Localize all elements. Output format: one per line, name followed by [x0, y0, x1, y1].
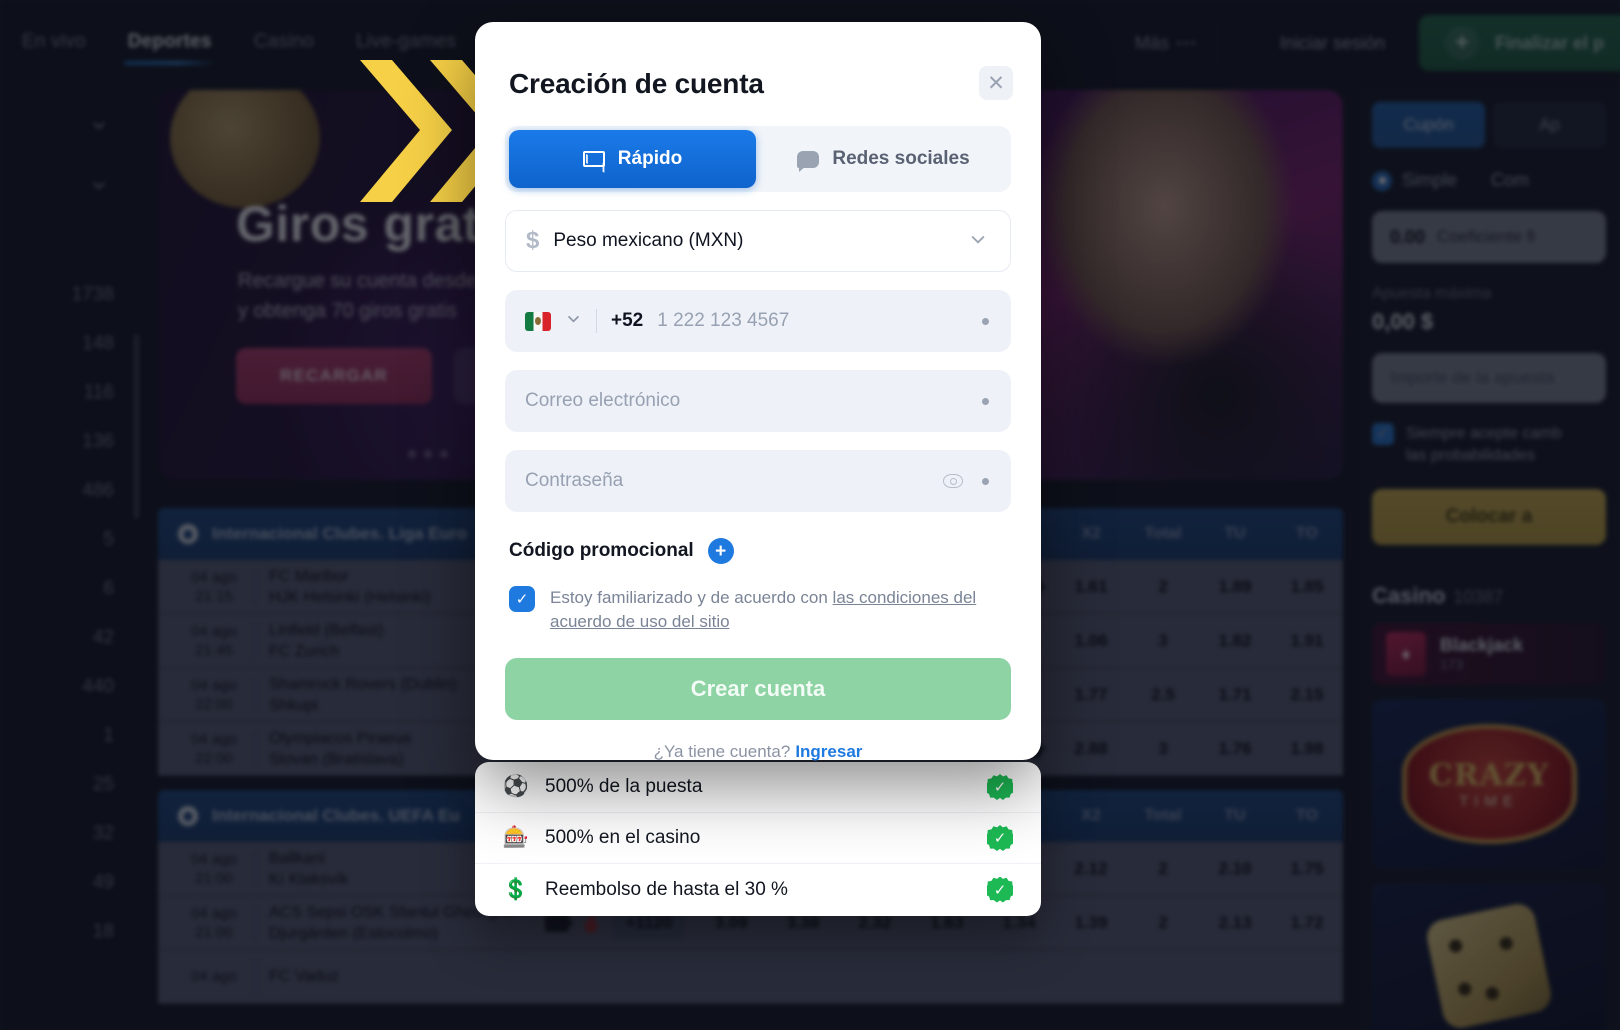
registration-method-tabs: Rápido Redes sociales — [505, 126, 1011, 192]
field-divider — [596, 309, 597, 333]
verified-check-icon: ✓ — [987, 876, 1013, 903]
country-code: +52 — [611, 310, 644, 331]
money-back-icon: 💲 — [502, 877, 530, 901]
terms-prefix: Estoy familiarizado y de acuerdo con — [550, 588, 833, 607]
required-dot-icon — [982, 477, 989, 485]
bonus-label: 500% de la puesta — [545, 776, 703, 797]
promo-code-label: Código promocional — [509, 540, 694, 561]
soccer-ball-icon: ⚽ — [502, 775, 530, 798]
phone-placeholder: 1 222 123 4567 — [657, 310, 790, 331]
password-placeholder: Contraseña — [525, 470, 624, 491]
password-field[interactable]: Contraseña — [505, 450, 1011, 512]
phone-field[interactable]: +52 1 222 123 4567 — [505, 290, 1011, 352]
verified-check-icon: ✓ — [987, 825, 1013, 851]
currency-select[interactable]: $ Peso mexicano (MXN) — [505, 210, 1011, 272]
list-item[interactable]: 💲 Reembolso de hasta el 30 % ✓ — [475, 864, 1041, 915]
login-prompt: ¿Ya tiene cuenta? Ingresar — [505, 742, 1011, 762]
tab-rapido-label: Rápido — [617, 148, 683, 169]
chat-icon — [797, 150, 820, 172]
country-chevron-icon[interactable] — [565, 310, 582, 332]
bonus-list-panel: ⚽ 500% de la puesta ✓ 🎰 500% en el casin… — [475, 762, 1041, 916]
verified-check-icon: ✓ — [987, 774, 1013, 800]
terms-agreement: ✓ Estoy familiarizado y de acuerdo con l… — [509, 586, 1011, 634]
mexico-flag-icon — [525, 311, 551, 331]
tab-redes-sociales[interactable]: Redes sociales — [760, 130, 1007, 188]
terms-checkbox[interactable]: ✓ — [509, 586, 535, 612]
list-item[interactable]: 🎰 500% en el casino ✓ — [475, 813, 1041, 864]
list-item[interactable]: ⚽ 500% de la puesta ✓ — [475, 762, 1041, 813]
login-link[interactable]: Ingresar — [795, 742, 862, 761]
dollar-icon: $ — [526, 227, 540, 254]
currency-value: Peso mexicano (MXN) — [553, 230, 744, 251]
slot-machine-icon: 🎰 — [502, 826, 530, 849]
terms-text: Estoy familiarizado y de acuerdo con las… — [550, 586, 980, 634]
modal-title: Creación de cuenta — [509, 68, 764, 99]
app-root: En vivo Deportes Casino Live-games Más I… — [0, 0, 1620, 1030]
bonus-label: 500% en el casino — [545, 827, 701, 848]
eye-icon[interactable] — [943, 474, 963, 488]
required-dot-icon — [982, 397, 989, 405]
create-account-button[interactable]: Crear cuenta — [505, 658, 1011, 720]
required-dot-icon — [982, 317, 989, 325]
plus-circle-icon[interactable]: + — [707, 538, 734, 564]
mail-icon — [582, 151, 605, 167]
registration-modal: Creación de cuenta ✕ Rápido Redes social… — [475, 22, 1041, 762]
promo-code-toggle[interactable]: Código promocional + — [509, 538, 1011, 564]
email-placeholder: Correo electrónico — [525, 390, 681, 411]
email-field[interactable]: Correo electrónico — [505, 370, 1011, 432]
chevron-down-icon — [968, 229, 988, 254]
bonus-label: Reembolso de hasta el 30 % — [545, 878, 788, 900]
tab-redes-label: Redes sociales — [832, 148, 970, 169]
close-icon[interactable]: ✕ — [979, 66, 1013, 100]
tab-rapido[interactable]: Rápido — [509, 130, 756, 188]
already-text: ¿Ya tiene cuenta? — [653, 742, 791, 761]
